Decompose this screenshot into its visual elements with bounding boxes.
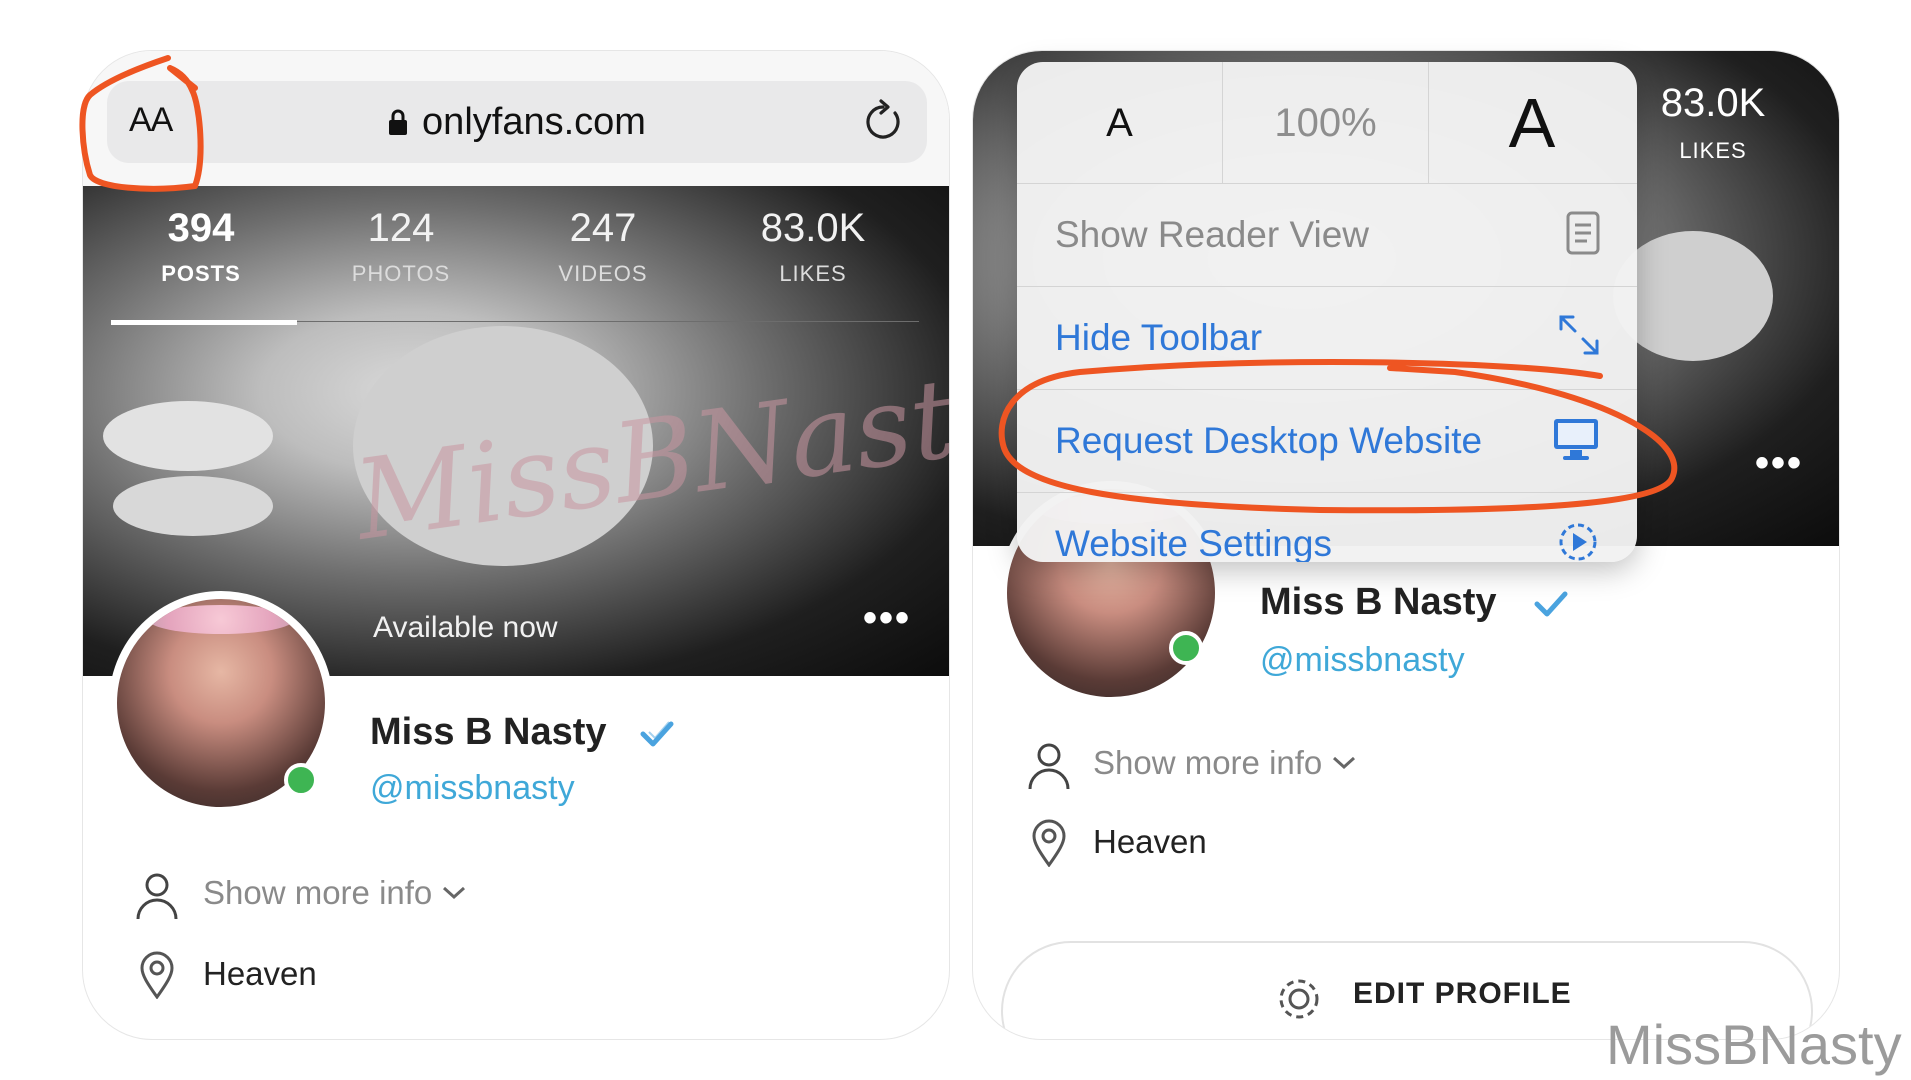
- decrease-text-size-button[interactable]: A: [1017, 62, 1223, 184]
- show-more-info-label: Show more info: [1093, 744, 1323, 781]
- menu-item-website-settings[interactable]: Website Settings: [1017, 493, 1637, 562]
- left-screenshot-panel: AA onlyfans.com 394 POSTS 124 PHOTOS 247…: [82, 50, 950, 1040]
- cover-shape: [113, 476, 273, 536]
- stat-videos[interactable]: 247 VIDEOS: [503, 206, 703, 287]
- location-pin-icon: [1032, 819, 1066, 867]
- availability-status: Available now: [373, 611, 558, 644]
- chevron-down-icon: [1333, 756, 1356, 770]
- browser-toolbar: AA onlyfans.com: [83, 51, 949, 186]
- active-tab-indicator: [111, 320, 297, 325]
- show-more-info[interactable]: Show more info: [203, 874, 466, 912]
- show-more-info-label: Show more info: [203, 874, 433, 911]
- expand-icon: [1559, 315, 1599, 355]
- address-bar[interactable]: AA onlyfans.com: [107, 81, 927, 163]
- tab-divider: [297, 321, 919, 322]
- profile-handle[interactable]: @missbnasty: [370, 769, 575, 808]
- menu-item-label: Show Reader View: [1055, 214, 1369, 255]
- profile-location: Heaven: [203, 955, 317, 992]
- stat-label: VIDEOS: [558, 261, 648, 286]
- stat-label: LIKES: [1679, 138, 1747, 163]
- menu-item-reader-view[interactable]: Show Reader View: [1017, 184, 1637, 287]
- settings-icon: [1559, 523, 1597, 561]
- more-options-icon[interactable]: •••: [1755, 441, 1803, 486]
- zoom-level[interactable]: 100%: [1223, 62, 1429, 184]
- stat-label: POSTS: [161, 261, 241, 286]
- increase-text-size-button[interactable]: A: [1429, 62, 1635, 184]
- avatar-flower-crown: [148, 605, 294, 635]
- menu-item-label: Hide Toolbar: [1055, 317, 1263, 358]
- verified-icon: [1534, 591, 1568, 617]
- stat-number: 83.0K: [1660, 81, 1766, 125]
- online-status-dot: [1169, 631, 1203, 665]
- stat-number: 394: [167, 206, 235, 250]
- person-icon: [1028, 743, 1070, 790]
- cover-shape: [1613, 231, 1773, 361]
- reader-icon: [1566, 211, 1600, 255]
- stat-posts[interactable]: 394 POSTS: [101, 206, 301, 287]
- url-display[interactable]: onlyfans.com: [107, 101, 927, 144]
- verified-icon: [640, 721, 674, 747]
- cover-shape: [103, 401, 273, 471]
- profile-stats: 394 POSTS 124 PHOTOS 247 VIDEOS 83.0K LI…: [83, 206, 949, 316]
- stat-number: 247: [569, 206, 637, 250]
- reload-icon[interactable]: [863, 99, 905, 145]
- corner-watermark: MissBNasty: [1606, 1013, 1902, 1076]
- stat-likes[interactable]: 83.0K LIKES: [1613, 81, 1813, 164]
- stat-label: PHOTOS: [351, 261, 451, 286]
- more-options-icon[interactable]: •••: [863, 596, 911, 641]
- zoom-controls: A 100% A: [1017, 62, 1637, 184]
- url-text: onlyfans.com: [422, 101, 646, 143]
- profile-name: Miss B Nasty: [370, 711, 607, 753]
- profile-name: Miss B Nasty: [1260, 581, 1497, 623]
- stat-likes[interactable]: 83.0K LIKES: [713, 206, 913, 287]
- show-more-info[interactable]: Show more info: [1093, 744, 1356, 782]
- location-pin-icon: [140, 951, 174, 999]
- menu-item-request-desktop[interactable]: Request Desktop Website: [1017, 390, 1637, 493]
- profile-handle[interactable]: @missbnasty: [1260, 641, 1465, 680]
- menu-item-label: Website Settings: [1055, 523, 1332, 562]
- gear-icon: [1279, 979, 1319, 1019]
- profile-location: Heaven: [1093, 823, 1207, 860]
- stat-number: 124: [367, 206, 435, 250]
- person-icon: [136, 873, 178, 920]
- lock-icon: [389, 109, 408, 135]
- page-settings-popup: A 100% A Show Reader View Hide Toolbar R…: [1017, 62, 1637, 562]
- desktop-icon: [1554, 419, 1598, 460]
- menu-item-label: Request Desktop Website: [1055, 420, 1483, 461]
- edit-profile-label: EDIT PROFILE: [1353, 977, 1572, 1010]
- online-status-dot: [284, 763, 318, 797]
- stat-photos[interactable]: 124 PHOTOS: [301, 206, 501, 287]
- menu-item-hide-toolbar[interactable]: Hide Toolbar: [1017, 287, 1637, 390]
- stat-label: LIKES: [779, 261, 847, 286]
- chevron-down-icon: [443, 886, 466, 900]
- stat-number: 83.0K: [760, 206, 866, 250]
